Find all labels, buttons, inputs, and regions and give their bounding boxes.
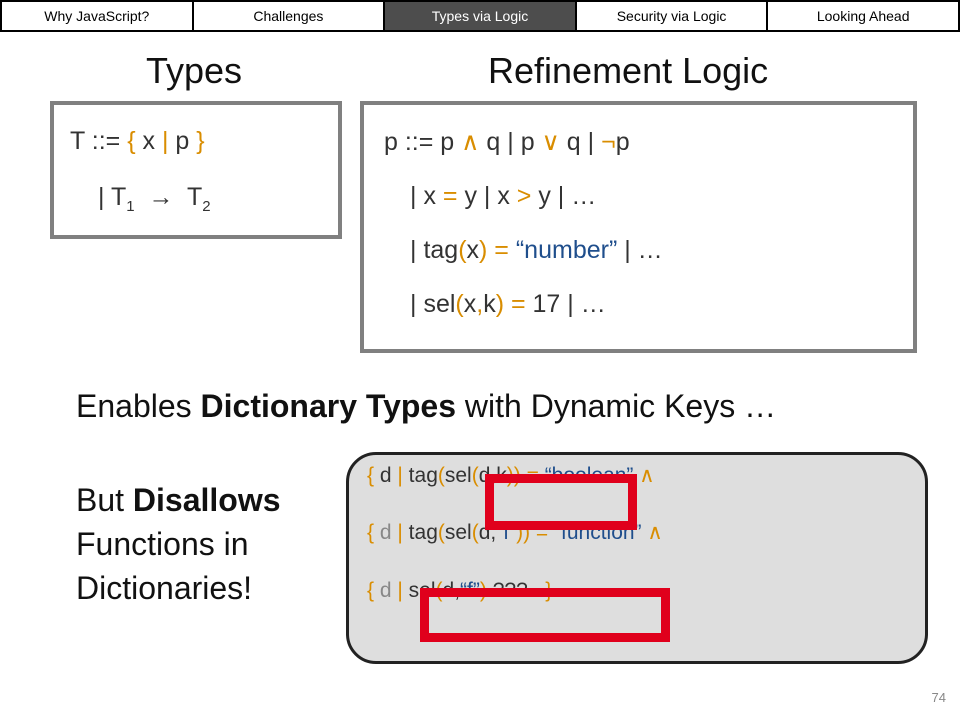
or-symbol: ∨ bbox=[541, 128, 560, 156]
logic-text: p ::= p bbox=[384, 128, 462, 156]
grammar-text: T bbox=[186, 183, 203, 211]
code-text: tag bbox=[402, 464, 438, 487]
and-symbol: ∧ bbox=[641, 521, 663, 544]
paren-symbol: ) bbox=[495, 290, 505, 318]
logic-text: x bbox=[463, 290, 477, 318]
brace-symbol: { bbox=[367, 464, 375, 487]
types-grammar-box: T ::= { x | p } | T1 → T2 bbox=[50, 101, 342, 239]
code-text: tag bbox=[402, 521, 438, 544]
paren-symbol: ( bbox=[458, 236, 467, 264]
disallows-line-2: Functions in bbox=[76, 526, 249, 562]
grammar-text: | bbox=[98, 183, 111, 211]
code-text: d bbox=[374, 521, 398, 544]
nav-item-looking-ahead[interactable]: Looking Ahead bbox=[768, 2, 958, 30]
text-fragment: with Dynamic Keys … bbox=[456, 388, 777, 424]
logic-line-1: p ::= p ∧ q | p ∨ q | ¬p bbox=[384, 127, 630, 157]
not-symbol: ¬ bbox=[601, 128, 616, 156]
logic-line-4: | sel(x,k) = 17 | … bbox=[410, 290, 606, 319]
paren-symbol: ( bbox=[471, 521, 479, 544]
nav-item-why-javascript[interactable]: Why JavaScript? bbox=[2, 2, 194, 30]
nav-item-types-via-logic[interactable]: Types via Logic bbox=[385, 2, 577, 30]
logic-text: | … bbox=[617, 236, 663, 264]
paren-symbol: ( bbox=[437, 464, 445, 487]
equals-symbol: = bbox=[487, 236, 516, 264]
page-number: 74 bbox=[931, 690, 946, 705]
types-grammar-line-1: T ::= { x | p } bbox=[70, 127, 205, 156]
refinement-logic-heading: Refinement Logic bbox=[488, 50, 769, 91]
highlight-box-dk bbox=[485, 474, 637, 530]
logic-text: | sel bbox=[410, 290, 456, 318]
paren-symbol: ( bbox=[437, 521, 445, 544]
types-grammar-line-2: | T1 → T2 bbox=[98, 183, 211, 215]
grammar-text: x bbox=[135, 127, 162, 155]
logic-text: | tag bbox=[410, 236, 459, 264]
disallows-functions-text: But Disallows Functions in Dictionaries! bbox=[76, 478, 281, 610]
grammar-text: T ::= bbox=[70, 127, 128, 155]
code-text: sel bbox=[444, 464, 472, 487]
arrow-symbol: → bbox=[134, 183, 187, 211]
code-text: sel bbox=[444, 521, 472, 544]
enables-dictionary-types-text: Enables Dictionary Types with Dynamic Ke… bbox=[76, 384, 776, 428]
code-text: d bbox=[374, 579, 398, 602]
logic-line-2: | x = y | x > y | … bbox=[410, 182, 596, 211]
nav-item-challenges[interactable]: Challenges bbox=[194, 2, 386, 30]
grammar-text: p bbox=[168, 127, 197, 155]
brace-symbol: { bbox=[367, 521, 375, 544]
logic-text: k bbox=[483, 290, 496, 318]
highlight-box-sel-df bbox=[420, 588, 670, 642]
logic-text: x bbox=[466, 236, 480, 264]
greater-than-symbol: > bbox=[516, 182, 532, 210]
brace-symbol: { bbox=[367, 579, 375, 602]
paren-symbol: ( bbox=[455, 290, 464, 318]
logic-line-3: | tag(x) = “number” | … bbox=[410, 236, 663, 265]
logic-text: p bbox=[615, 128, 630, 156]
disallows-line-1: But Disallows bbox=[76, 478, 281, 522]
grammar-subscript: 2 bbox=[202, 198, 211, 215]
emphasis-text: Dictionary Types bbox=[200, 388, 457, 424]
refinement-logic-box: p ::= p ∧ q | p ∨ q | ¬p | x = y | x > y… bbox=[360, 101, 917, 353]
code-text: d bbox=[374, 464, 398, 487]
string-literal: “number” bbox=[515, 236, 618, 264]
grammar-symbol: { bbox=[127, 127, 136, 155]
paren-symbol: ( bbox=[471, 464, 479, 487]
and-symbol: ∧ bbox=[461, 128, 480, 156]
logic-text: y | … bbox=[531, 182, 597, 210]
equals-symbol: = bbox=[504, 290, 533, 318]
grammar-subscript: 1 bbox=[126, 198, 135, 215]
logic-text: q | p bbox=[479, 128, 542, 156]
disallows-line-3: Dictionaries! bbox=[76, 570, 253, 606]
logic-text: | x bbox=[410, 182, 443, 210]
equals-symbol: = bbox=[442, 182, 458, 210]
nav-item-security-via-logic[interactable]: Security via Logic bbox=[577, 2, 769, 30]
logic-text: y | x bbox=[457, 182, 517, 210]
text-fragment: Enables bbox=[76, 388, 201, 424]
grammar-text: T bbox=[111, 183, 127, 211]
section-nav: Why JavaScript? Challenges Types via Log… bbox=[0, 0, 960, 32]
grammar-symbol: } bbox=[196, 127, 205, 155]
logic-text: q | bbox=[559, 128, 602, 156]
text-fragment: But bbox=[76, 482, 133, 518]
emphasis-text: Disallows bbox=[132, 482, 281, 518]
types-heading: Types bbox=[146, 50, 243, 91]
logic-text: 17 | … bbox=[532, 290, 606, 318]
